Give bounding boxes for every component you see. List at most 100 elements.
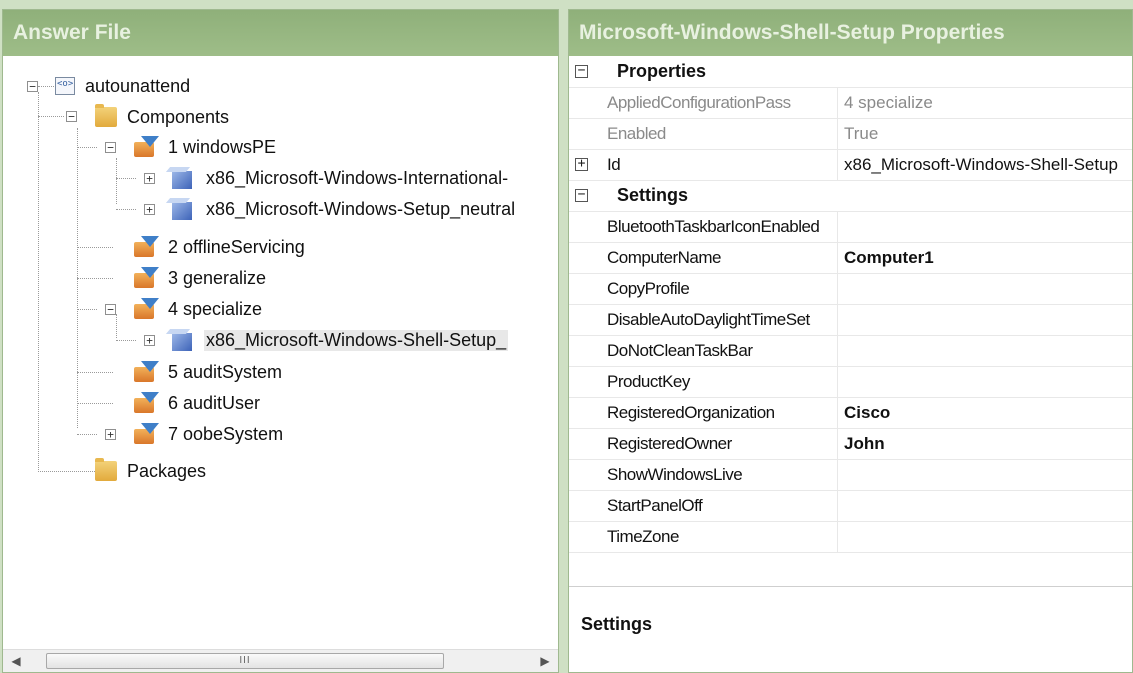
tree-node-label: x86_Microsoft-Windows-Shell-Setup_ xyxy=(204,329,509,351)
setting-row[interactable]: DoNotCleanTaskBar xyxy=(569,335,1132,367)
setting-value[interactable] xyxy=(840,211,1132,242)
scroll-right-arrow-icon[interactable]: ▶ xyxy=(534,650,556,672)
category-settings[interactable]: − Settings xyxy=(569,180,1132,212)
property-row[interactable]: + Id x86_Microsoft-Windows-Shell-Setup xyxy=(569,149,1132,181)
collapse-components-toggle[interactable]: − xyxy=(66,111,77,122)
xml-file-icon xyxy=(55,77,75,95)
setting-value[interactable] xyxy=(840,304,1132,335)
setting-value[interactable] xyxy=(840,335,1132,366)
setting-name: BluetoothTaskbarIconEnabled xyxy=(607,211,838,242)
setting-value[interactable]: Computer1 xyxy=(840,242,1132,273)
tree-node-label: Packages xyxy=(127,460,207,481)
property-row[interactable]: AppliedConfigurationPass 4 specialize xyxy=(569,87,1132,119)
property-name: Enabled xyxy=(607,118,838,149)
description-panel: Settings xyxy=(569,600,1132,672)
setting-value[interactable]: Cisco xyxy=(840,397,1132,428)
tree-node-label: 5 auditSystem xyxy=(168,361,283,382)
setting-row[interactable]: ComputerName Computer1 xyxy=(569,242,1132,274)
collapse-windowspe-toggle[interactable]: − xyxy=(105,142,116,153)
tree-node-component-setup[interactable]: x86_Microsoft-Windows-Setup_neutral xyxy=(166,195,517,223)
expand-oobesystem-toggle[interactable]: + xyxy=(105,429,116,440)
tree-node-label: autounattend xyxy=(85,75,191,96)
category-label: Properties xyxy=(617,61,707,81)
setting-name: DoNotCleanTaskBar xyxy=(607,335,838,366)
property-value: True xyxy=(844,124,879,143)
tree-node-label: 7 oobeSystem xyxy=(168,423,284,444)
property-grid: − Properties AppliedConfigurationPass 4 … xyxy=(569,56,1132,587)
setting-value[interactable] xyxy=(840,521,1132,552)
answer-file-tree: − − − + + − + + autounattend Components … xyxy=(3,56,558,650)
config-pass-icon xyxy=(132,236,159,258)
tree-node-pass-audituser[interactable]: 6 auditUser xyxy=(132,389,262,417)
tree-node-pass-offlineservicing[interactable]: 2 offlineServicing xyxy=(132,233,307,261)
expand-setup-toggle[interactable]: + xyxy=(144,204,155,215)
property-value: 4 specialize xyxy=(844,93,933,112)
category-label: Settings xyxy=(617,185,689,205)
tree-node-label: 4 specialize xyxy=(168,298,263,319)
tree-node-label: Components xyxy=(127,106,230,127)
setting-row[interactable]: TimeZone xyxy=(569,521,1132,553)
tree-node-packages[interactable]: Packages xyxy=(95,457,208,485)
tree-node-label: x86_Microsoft-Windows-International- xyxy=(206,167,509,188)
setting-value[interactable] xyxy=(840,273,1132,304)
folder-icon xyxy=(95,458,117,481)
setting-value[interactable] xyxy=(840,459,1132,490)
collapse-icon[interactable]: − xyxy=(575,64,588,78)
config-pass-icon xyxy=(132,361,159,383)
setting-name: StartPanelOff xyxy=(607,490,838,521)
setting-row[interactable]: RegisteredOrganization Cisco xyxy=(569,397,1132,429)
collapse-root-toggle[interactable]: − xyxy=(27,81,38,92)
scroll-left-arrow-icon[interactable]: ◀ xyxy=(5,650,27,672)
setting-row[interactable]: CopyProfile xyxy=(569,273,1132,305)
config-pass-icon xyxy=(132,298,159,320)
setting-name: DisableAutoDaylightTimeSet xyxy=(607,304,838,335)
expand-international-toggle[interactable]: + xyxy=(144,173,155,184)
config-pass-icon xyxy=(132,136,159,158)
config-pass-icon xyxy=(132,267,159,289)
category-properties[interactable]: − Properties xyxy=(569,56,1132,88)
config-pass-icon xyxy=(132,423,159,445)
setting-name: ProductKey xyxy=(607,366,838,397)
horizontal-scrollbar[interactable]: ◀ III ▶ xyxy=(3,649,558,672)
tree-node-label: 6 auditUser xyxy=(168,392,261,413)
tree-node-label: 3 generalize xyxy=(168,267,267,288)
properties-pane: Microsoft-Windows-Shell-Setup Properties… xyxy=(568,9,1133,673)
setting-value[interactable]: John xyxy=(840,428,1132,459)
property-name: AppliedConfigurationPass xyxy=(607,87,838,118)
answer-file-pane: Answer File − − − + + − + + autounattend xyxy=(2,9,559,673)
tree-node-pass-specialize[interactable]: 4 specialize xyxy=(132,295,264,323)
component-cube-icon xyxy=(166,196,196,222)
expand-icon[interactable]: + xyxy=(575,157,588,171)
setting-row[interactable]: ProductKey xyxy=(569,366,1132,398)
property-value: x86_Microsoft-Windows-Shell-Setup xyxy=(844,155,1118,174)
tree-node-component-shell-setup[interactable]: x86_Microsoft-Windows-Shell-Setup_ xyxy=(166,326,509,354)
collapse-icon[interactable]: − xyxy=(575,188,588,202)
property-name: Id xyxy=(607,149,838,180)
tree-node-label: 2 offlineServicing xyxy=(168,236,305,257)
setting-row[interactable]: ShowWindowsLive xyxy=(569,459,1132,491)
tree-node-pass-generalize[interactable]: 3 generalize xyxy=(132,264,268,292)
scrollbar-thumb[interactable]: III xyxy=(46,653,444,669)
setting-value[interactable] xyxy=(840,366,1132,397)
tree-node-components[interactable]: Components xyxy=(95,103,231,131)
tree-node-pass-windowspe[interactable]: 1 windowsPE xyxy=(132,133,278,161)
setting-name: ComputerName xyxy=(607,242,838,273)
setting-row[interactable]: StartPanelOff xyxy=(569,490,1132,522)
setting-row[interactable]: RegisteredOwner John xyxy=(569,428,1132,460)
tree-node-component-international[interactable]: x86_Microsoft-Windows-International- xyxy=(166,164,510,192)
tree-node-pass-oobesystem[interactable]: 7 oobeSystem xyxy=(132,420,285,448)
setting-name: TimeZone xyxy=(607,521,838,552)
properties-title: Microsoft-Windows-Shell-Setup Properties xyxy=(569,10,1132,56)
setting-name: RegisteredOwner xyxy=(607,428,838,459)
tree-node-pass-auditsystem[interactable]: 5 auditSystem xyxy=(132,358,284,386)
component-cube-icon xyxy=(166,327,196,353)
setting-row[interactable]: BluetoothTaskbarIconEnabled xyxy=(569,211,1132,243)
tree-node-autounattend[interactable]: autounattend xyxy=(55,72,192,100)
property-row[interactable]: Enabled True xyxy=(569,118,1132,150)
setting-row[interactable]: DisableAutoDaylightTimeSet xyxy=(569,304,1132,336)
setting-value[interactable] xyxy=(840,490,1132,521)
expand-shell-setup-toggle[interactable]: + xyxy=(144,335,155,346)
collapse-specialize-toggle[interactable]: − xyxy=(105,304,116,315)
tree-node-label: x86_Microsoft-Windows-Setup_neutral xyxy=(206,198,516,219)
description-title: Settings xyxy=(581,614,653,634)
